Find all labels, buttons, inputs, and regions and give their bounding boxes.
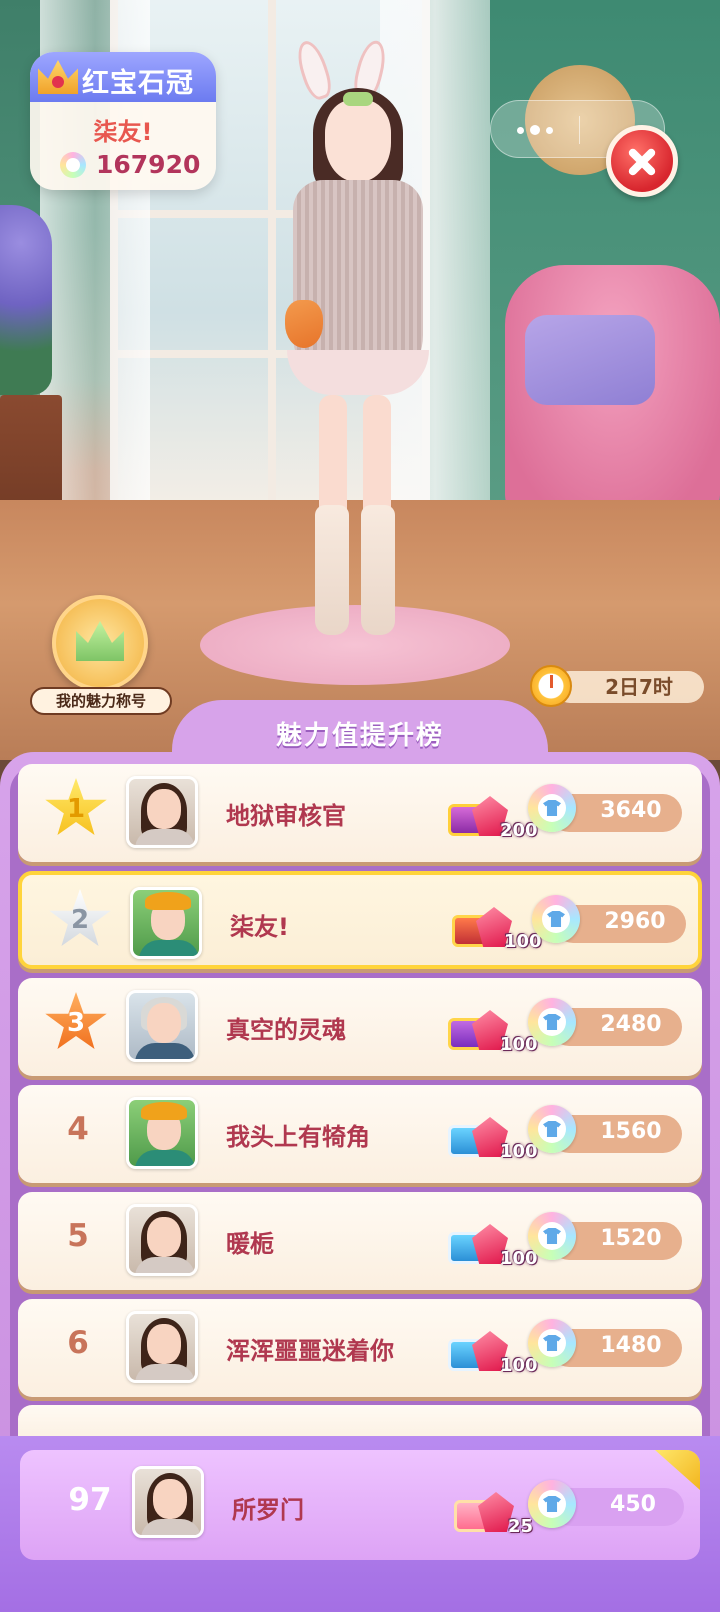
avatar[interactable] (130, 887, 202, 959)
rank-number: 5 (67, 1218, 89, 1254)
my-charm-title-button[interactable]: 我的魅力称号 (30, 595, 172, 715)
avatar[interactable] (126, 776, 198, 848)
charm-shirt-icon (532, 895, 580, 943)
player-name: 浑浑噩噩迷着你 (226, 1337, 394, 1365)
charm-title-badge (52, 595, 148, 691)
avatar[interactable] (126, 1204, 198, 1276)
more-options-button[interactable] (491, 101, 579, 159)
charm-shirt-icon (528, 1480, 576, 1528)
my-player-name: 所罗门 (232, 1496, 304, 1524)
player-name: 真空的灵魂 (226, 1016, 346, 1044)
my-avatar[interactable] (132, 1466, 204, 1538)
charm-value: 1520 (600, 1226, 662, 1251)
carrot-bag (285, 300, 323, 348)
charm-value: 1480 (600, 1333, 662, 1358)
title-card[interactable]: 红宝石冠 柒友! 167920 (30, 52, 216, 190)
charm-value: 3640 (600, 798, 662, 823)
charm-value: 2960 (604, 909, 666, 934)
avatar[interactable] (126, 1311, 198, 1383)
timer-text: 2日7时 (554, 671, 704, 703)
player-character[interactable] (265, 37, 445, 650)
title-name: 红宝石冠 (82, 68, 194, 99)
leaderboard-row[interactable]: 6 浑浑噩噩迷着你 100 1480 (18, 1299, 702, 1397)
charm-shirt-icon (528, 998, 576, 1046)
charm-shirt-icon (528, 1319, 576, 1367)
alarm-clock-icon (530, 665, 572, 707)
close-button[interactable] (606, 125, 678, 197)
player-name: 柒友! (230, 913, 289, 941)
character-boot (361, 505, 395, 635)
rank-number: 3 (66, 1008, 86, 1038)
leaderboard-row[interactable]: 4 我头上有犄角 100 1560 (18, 1085, 702, 1183)
charm-value: 2480 (600, 1012, 662, 1037)
more-dots-icon (517, 126, 524, 134)
rank-number: 2 (70, 905, 90, 935)
ruby-crown-icon (38, 60, 78, 94)
avatar[interactable] (126, 1097, 198, 1169)
player-name: 地狱审核官 (226, 802, 346, 830)
bunny-ear (292, 37, 336, 103)
my-charm-title-label: 我的魅力称号 (30, 687, 172, 715)
charm-shirt-icon (528, 1105, 576, 1153)
charm-shirt-icon (528, 1212, 576, 1260)
leaderboard-row[interactable]: 5 暖栀 100 1520 (18, 1192, 702, 1290)
leaderboard-row[interactable]: 1 地狱审核官 200 3640 (18, 764, 702, 862)
player-name: 我头上有犄角 (226, 1123, 370, 1151)
avatar[interactable] (126, 990, 198, 1062)
pillow (525, 315, 655, 405)
charm-score: 167920 (96, 150, 201, 179)
charm-value: 1560 (600, 1119, 662, 1144)
rank-number: 4 (67, 1111, 89, 1147)
rank-number: 6 (67, 1325, 89, 1361)
character-boot (315, 505, 349, 635)
hair-bow (343, 92, 373, 106)
leaderboard-row-current-user[interactable]: 2 柒友! 100 2960 (18, 871, 702, 969)
capsule-divider (579, 116, 580, 144)
leaderboard-title: 魅力值提升榜 (275, 721, 444, 751)
rank-number: 1 (66, 794, 86, 824)
armchair (505, 265, 720, 515)
character-dress (287, 180, 429, 395)
my-rank-number: 97 (68, 1482, 112, 1518)
crown-icon (76, 621, 124, 661)
my-charm-value: 450 (610, 1492, 656, 1517)
plant (0, 205, 52, 395)
title-card-header: 红宝石冠 (30, 52, 216, 102)
player-name: 柒友! (93, 118, 153, 146)
character-face (325, 100, 391, 182)
my-rank-row[interactable]: 97 所罗门 25 450 (20, 1450, 700, 1560)
leaderboard-row[interactable]: 3 真空的灵魂 100 2480 (18, 978, 702, 1076)
charm-shirt-icon (528, 784, 576, 832)
event-timer: 2日7时 (530, 665, 710, 707)
player-name: 暖栀 (226, 1230, 274, 1258)
charm-icon (60, 152, 86, 178)
